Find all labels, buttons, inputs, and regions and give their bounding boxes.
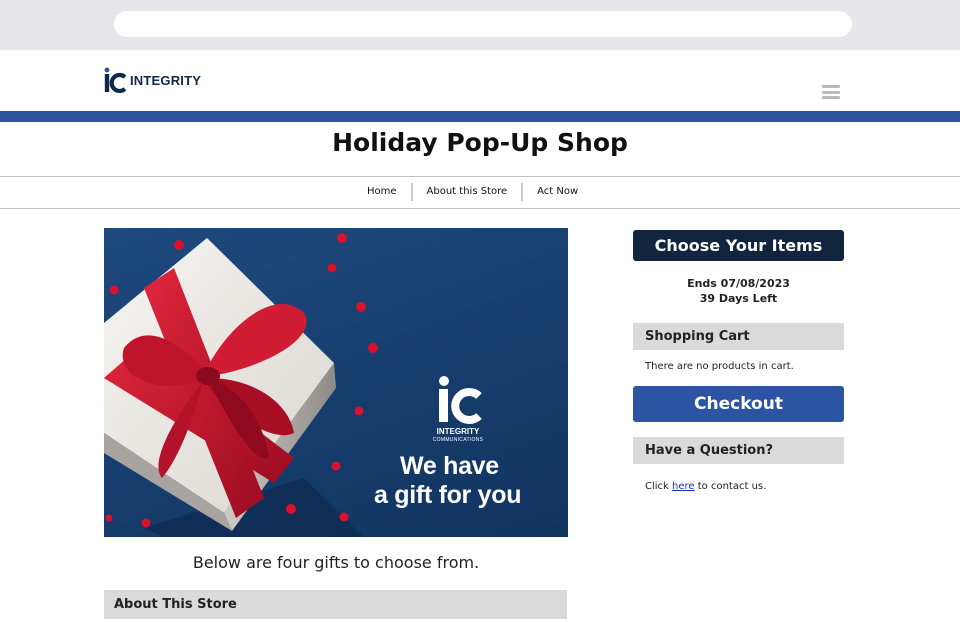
integrity-logo[interactable]: INTEGRITY [104, 67, 202, 94]
question-heading: Have a Question? [645, 443, 774, 458]
store-deadline: Ends 07/08/2023 39 Days Left [633, 276, 844, 306]
contact-suffix: to contact us. [697, 481, 767, 492]
question-header: Have a Question? [633, 437, 844, 464]
about-store-heading: About This Store [114, 597, 237, 612]
contact-here-link[interactable]: here [672, 481, 695, 492]
days-left: 39 Days Left [699, 292, 778, 305]
hamburger-menu-icon[interactable] [822, 85, 840, 99]
about-store-section-header: About This Store [104, 590, 567, 619]
choose-items-button[interactable]: Choose Your Items [633, 230, 844, 261]
contact-prefix: Click [645, 481, 669, 492]
intro-text: Below are four gifts to choose from. [192, 553, 480, 572]
shopping-cart-header: Shopping Cart [633, 323, 844, 350]
hero-brand-title: INTEGRITY [436, 427, 480, 436]
hero-headline-line-2: a gift for you [374, 481, 522, 509]
hero-banner: INTEGRITY COMMUNICATIONS We have a gift … [104, 228, 568, 537]
address-bar[interactable] [114, 11, 852, 37]
checkout-button[interactable]: Checkout [633, 386, 844, 422]
nav-act-now-link[interactable]: Act Now [523, 183, 592, 201]
hero-brand-subtitle: COMMUNICATIONS [432, 437, 484, 443]
nav-home-link[interactable]: Home [353, 183, 411, 201]
cart-empty-message: There are no products in cart. [645, 361, 794, 372]
header-accent-band [0, 111, 960, 122]
nav-about-link[interactable]: About this Store [413, 183, 522, 201]
page-title: Holiday Pop-Up Shop [332, 128, 628, 157]
hero-brand-name: INTEGRITY COMMUNICATIONS [421, 428, 495, 444]
end-date: Ends 07/08/2023 [687, 277, 790, 290]
shopping-cart-heading: Shopping Cart [645, 329, 750, 344]
logo-text: INTEGRITY [130, 72, 202, 88]
site-header: INTEGRITY [0, 50, 960, 111]
browser-toolbar [0, 0, 960, 50]
contact-line: Click here to contact us. [645, 481, 766, 492]
ic-logo-icon [104, 67, 127, 94]
store-nav: Home About this Store Act Now [0, 176, 960, 209]
hero-headline-line-1: We have [400, 452, 499, 480]
